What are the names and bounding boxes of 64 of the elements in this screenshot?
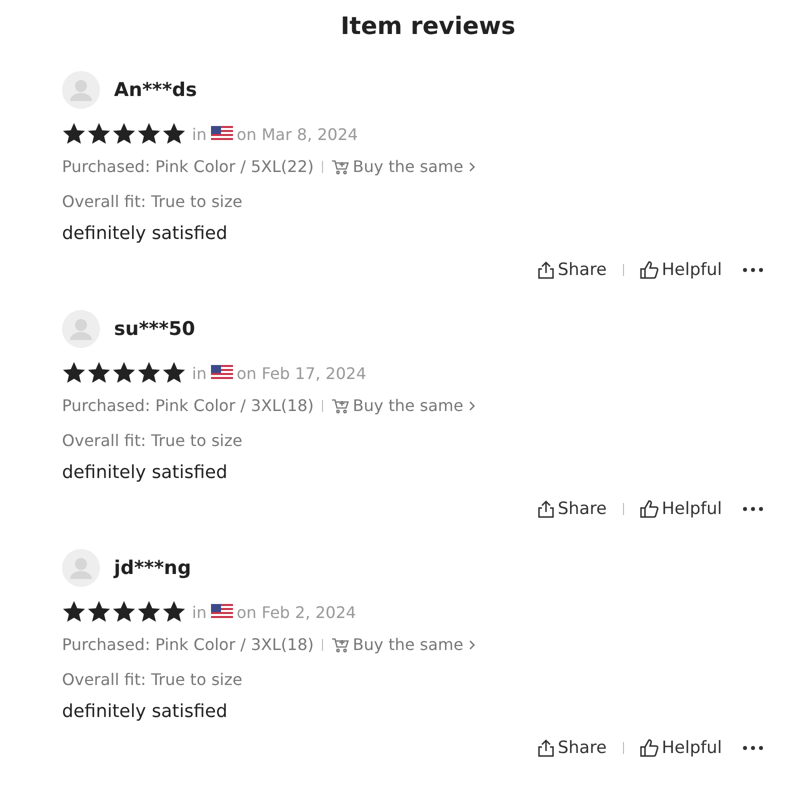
purchase-info: Purchased: Pink Color / 3XL(18) <box>62 635 314 654</box>
thumbs-up-icon <box>640 261 659 279</box>
purchase-info: Purchased: Pink Color / 5XL(22) <box>62 157 314 176</box>
review-text: definitely satisfied <box>62 701 228 722</box>
star-icon <box>162 361 186 385</box>
cart-icon <box>330 636 349 652</box>
location-label: in <box>192 124 207 144</box>
review-date: on Mar 8, 2024 <box>236 124 358 144</box>
chevron-right-icon <box>467 638 478 650</box>
share-icon <box>536 261 555 279</box>
flag-icon <box>210 604 233 620</box>
location-label: in <box>192 364 207 382</box>
user-name: An***ds <box>114 79 197 101</box>
buy-same-link[interactable]: Buy the same <box>330 635 478 654</box>
review-text: definitely satisfied <box>62 462 228 483</box>
helpful-button[interactable]: Helpful <box>640 260 722 280</box>
purchase-info: Purchased: Pink Color / 3XL(18) <box>62 396 314 415</box>
fit-info: Overall fit: True to size <box>62 431 242 450</box>
user-name: jd***ng <box>114 557 192 579</box>
more-icon[interactable] <box>742 506 764 512</box>
star-icon <box>162 600 186 624</box>
star-icon <box>162 122 186 146</box>
share-icon <box>536 500 555 518</box>
flag-icon <box>210 126 233 142</box>
review-date: on Feb 17, 2024 <box>236 364 366 382</box>
star-icon <box>62 122 86 146</box>
share-button[interactable]: Share <box>536 499 607 519</box>
cart-icon <box>330 158 349 174</box>
more-icon[interactable] <box>742 267 764 273</box>
star-icon <box>112 600 136 624</box>
helpful-button[interactable]: Helpful <box>640 738 722 758</box>
star-icon <box>137 600 161 624</box>
star-icon <box>87 122 111 146</box>
star-icon <box>112 122 136 146</box>
more-icon[interactable] <box>742 745 764 751</box>
cart-icon <box>330 398 349 414</box>
star-icon <box>62 361 86 385</box>
star-icon <box>87 600 111 624</box>
page-title: Item reviews <box>340 12 516 40</box>
thumbs-up-icon <box>640 739 659 757</box>
buy-same-link[interactable]: Buy the same <box>330 157 478 176</box>
thumbs-up-icon <box>640 500 659 518</box>
fit-info: Overall fit: True to size <box>62 192 242 211</box>
avatar-icon <box>62 310 100 348</box>
chevron-right-icon <box>467 400 478 412</box>
helpful-button[interactable]: Helpful <box>640 499 722 519</box>
star-icon <box>62 600 86 624</box>
review-text: definitely satisfied <box>62 223 228 244</box>
share-icon <box>536 739 555 757</box>
share-button[interactable]: Share <box>536 260 607 280</box>
share-button[interactable]: Share <box>536 738 607 758</box>
avatar-icon <box>62 71 100 109</box>
star-icon <box>112 361 136 385</box>
avatar-icon <box>62 549 100 587</box>
review-date: on Feb 2, 2024 <box>236 602 356 622</box>
location-label: in <box>192 602 207 622</box>
star-icon <box>137 122 161 146</box>
buy-same-link[interactable]: Buy the same <box>330 396 478 415</box>
user-name: su***50 <box>114 318 196 340</box>
star-icon <box>87 361 111 385</box>
chevron-right-icon <box>467 160 478 172</box>
flag-icon <box>210 365 233 381</box>
star-icon <box>137 361 161 385</box>
fit-info: Overall fit: True to size <box>62 670 242 689</box>
